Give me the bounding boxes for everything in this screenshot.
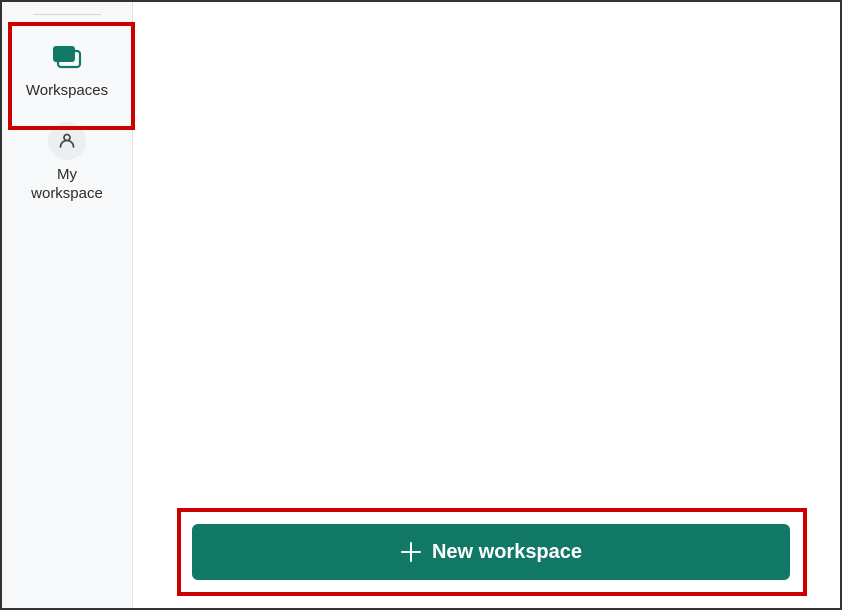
sidebar: Workspaces My workspace <box>2 2 133 608</box>
main-area <box>133 2 840 608</box>
new-workspace-label: New workspace <box>432 541 582 564</box>
person-icon-wrap <box>47 121 87 161</box>
plus-icon <box>400 541 422 563</box>
workspaces-icon <box>47 37 87 77</box>
sidebar-item-label: Workspaces <box>26 81 108 101</box>
sidebar-divider <box>33 14 101 15</box>
new-workspace-button[interactable]: New workspace <box>192 524 790 580</box>
sidebar-item-my-workspace[interactable]: My workspace <box>2 111 132 214</box>
person-icon <box>48 122 86 160</box>
sidebar-item-workspaces[interactable]: Workspaces <box>2 27 132 111</box>
sidebar-item-label: My workspace <box>31 165 103 204</box>
